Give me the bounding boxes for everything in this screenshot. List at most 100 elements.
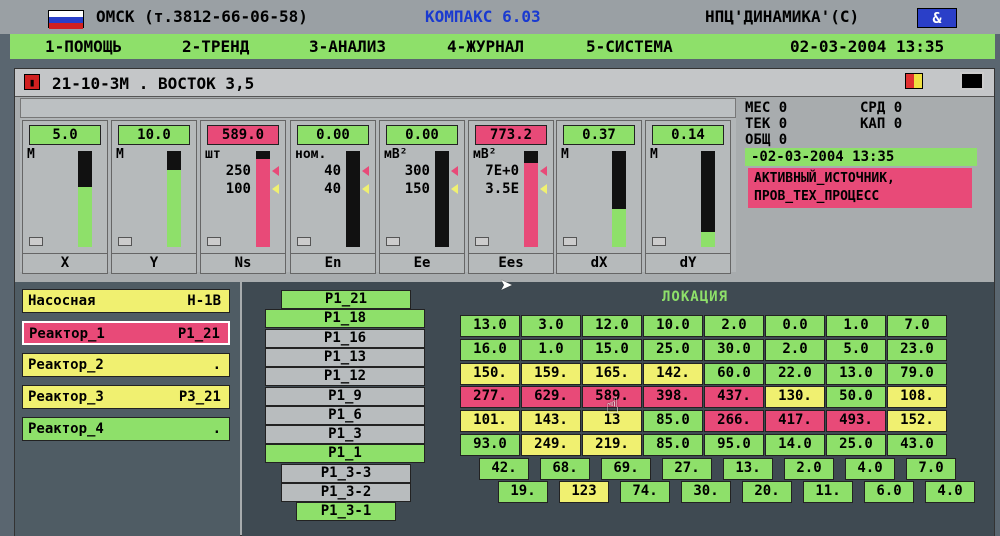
location-cell[interactable]: 16.0: [460, 339, 520, 361]
location-cell[interactable]: 437.: [704, 386, 764, 408]
location-cell[interactable]: 398.: [643, 386, 703, 408]
location-cell[interactable]: 142.: [643, 363, 703, 385]
location-cell[interactable]: 13.0: [826, 363, 886, 385]
location-cell[interactable]: 95.0: [704, 434, 764, 456]
station-item[interactable]: Реактор_3 Р3_21: [22, 385, 230, 409]
location-cell[interactable]: 69.: [601, 458, 651, 480]
station-item[interactable]: Реактор_2.: [22, 353, 230, 377]
point-button[interactable]: Р1_16: [265, 328, 425, 348]
location-cell[interactable]: 15.0: [582, 339, 642, 361]
point-button[interactable]: Р1_3-3: [281, 463, 411, 483]
location-cell[interactable]: 93.0: [460, 434, 520, 456]
location-cell[interactable]: 85.0: [643, 434, 703, 456]
menu-journal[interactable]: 4-ЖУРНАЛ: [447, 37, 524, 56]
gauge-x[interactable]: 5.0 М X: [22, 120, 108, 274]
location-cell[interactable]: 219.: [582, 434, 642, 456]
gauge-checkbox[interactable]: [652, 237, 666, 246]
location-cell[interactable]: 7.0: [906, 458, 956, 480]
station-item[interactable]: Насосная Н-1В: [22, 289, 230, 313]
location-cell[interactable]: 79.0: [887, 363, 947, 385]
location-cell[interactable]: 13.: [723, 458, 773, 480]
location-cell[interactable]: 101.: [460, 410, 520, 432]
point-button[interactable]: Р1_3-2: [281, 483, 411, 502]
gauge-checkbox[interactable]: [297, 237, 311, 246]
point-button[interactable]: Р1_21: [281, 290, 411, 309]
location-cell[interactable]: 2.0: [765, 339, 825, 361]
gauge-dy[interactable]: 0.14 МdY: [645, 120, 731, 274]
location-cell[interactable]: 13.0: [460, 315, 520, 337]
location-cell[interactable]: 493.: [826, 410, 886, 432]
point-button[interactable]: Р1_9: [265, 386, 425, 406]
location-cell[interactable]: 23.0: [887, 339, 947, 361]
location-cell[interactable]: 4.0: [845, 458, 895, 480]
point-button[interactable]: Р1_12: [265, 367, 425, 387]
location-cell[interactable]: 85.0: [643, 410, 703, 432]
location-cell[interactable]: 50.0: [826, 386, 886, 408]
location-cell[interactable]: 30.: [681, 481, 731, 503]
menu-trend[interactable]: 2-ТРЕНД: [182, 37, 249, 56]
location-cell[interactable]: 10.0: [643, 315, 703, 337]
location-cell[interactable]: 12.0: [582, 315, 642, 337]
location-cell[interactable]: 74.: [620, 481, 670, 503]
location-cell[interactable]: 1.0: [826, 315, 886, 337]
gauge-checkbox[interactable]: [29, 237, 43, 246]
location-cell[interactable]: 30.0: [704, 339, 764, 361]
location-cell[interactable]: 11.: [803, 481, 853, 503]
location-cell[interactable]: 629.: [521, 386, 581, 408]
gauge-dx[interactable]: 0.37 МdX: [556, 120, 642, 274]
location-cell[interactable]: 150.: [460, 363, 520, 385]
location-cell[interactable]: 42.: [479, 458, 529, 480]
location-cell[interactable]: 68.: [540, 458, 590, 480]
location-cell[interactable]: 130.: [765, 386, 825, 408]
gauge-checkbox[interactable]: [475, 237, 489, 246]
location-cell[interactable]: 108.: [887, 386, 947, 408]
station-item[interactable]: Реактор_4.: [22, 417, 230, 441]
location-cell[interactable]: 60.0: [704, 363, 764, 385]
location-cell[interactable]: 0.0: [765, 315, 825, 337]
location-cell[interactable]: 14.0: [765, 434, 825, 456]
gauge-checkbox[interactable]: [207, 237, 221, 246]
location-cell[interactable]: 1.0: [521, 339, 581, 361]
location-cell[interactable]: 25.0: [826, 434, 886, 456]
location-cell[interactable]: 27.: [662, 458, 712, 480]
point-button[interactable]: Р1_6: [265, 405, 425, 425]
gauge-ns[interactable]: 589.0 шт 250 100 Ns: [200, 120, 286, 274]
window-menu-icon[interactable]: ▮: [24, 74, 40, 90]
maximize-icon[interactable]: [960, 72, 984, 90]
location-cell[interactable]: 3.0: [521, 315, 581, 337]
location-cell[interactable]: 249.: [521, 434, 581, 456]
gauge-ee[interactable]: 0.00 мВ² 300 150 Ee: [379, 120, 465, 274]
location-cell[interactable]: 22.0: [765, 363, 825, 385]
location-cell[interactable]: 159.: [521, 363, 581, 385]
location-cell[interactable]: 152.: [887, 410, 947, 432]
point-button[interactable]: Р1_1: [265, 444, 425, 464]
gauge-checkbox[interactable]: [563, 237, 577, 246]
gauge-en[interactable]: 0.00 ном. 40 40 En: [290, 120, 376, 274]
location-cell[interactable]: 5.0: [826, 339, 886, 361]
location-cell[interactable]: 4.0: [925, 481, 975, 503]
point-button[interactable]: Р1_3-1: [296, 502, 396, 522]
location-cell[interactable]: 2.0: [704, 315, 764, 337]
point-button[interactable]: Р1_18: [265, 309, 425, 329]
location-cell[interactable]: 143.: [521, 410, 581, 432]
point-button[interactable]: Р1_3: [265, 425, 425, 445]
menu-system[interactable]: 5-СИСТЕМА: [586, 37, 673, 56]
point-button[interactable]: Р1_13: [265, 347, 425, 367]
location-cell[interactable]: 165.: [582, 363, 642, 385]
station-item[interactable]: Реактор_1 Р1_21: [22, 321, 230, 345]
location-cell[interactable]: 6.0: [864, 481, 914, 503]
location-cell[interactable]: 123: [559, 481, 609, 503]
gauge-ees[interactable]: 773.2 мВ² 7E+0 3.5E Ees: [468, 120, 554, 274]
location-cell[interactable]: 2.0: [784, 458, 834, 480]
gauge-checkbox[interactable]: [386, 237, 400, 246]
menu-help[interactable]: 1-ПОМОЩЬ: [45, 37, 122, 56]
location-cell[interactable]: 417.: [765, 410, 825, 432]
location-cell[interactable]: 20.: [742, 481, 792, 503]
amp-button[interactable]: &: [917, 8, 957, 28]
location-cell[interactable]: 25.0: [643, 339, 703, 361]
location-cell[interactable]: 43.0: [887, 434, 947, 456]
gauge-checkbox[interactable]: [118, 237, 132, 246]
menu-analysis[interactable]: 3-АНАЛИЗ: [309, 37, 386, 56]
location-cell[interactable]: 7.0: [887, 315, 947, 337]
location-cell[interactable]: 266.: [704, 410, 764, 432]
